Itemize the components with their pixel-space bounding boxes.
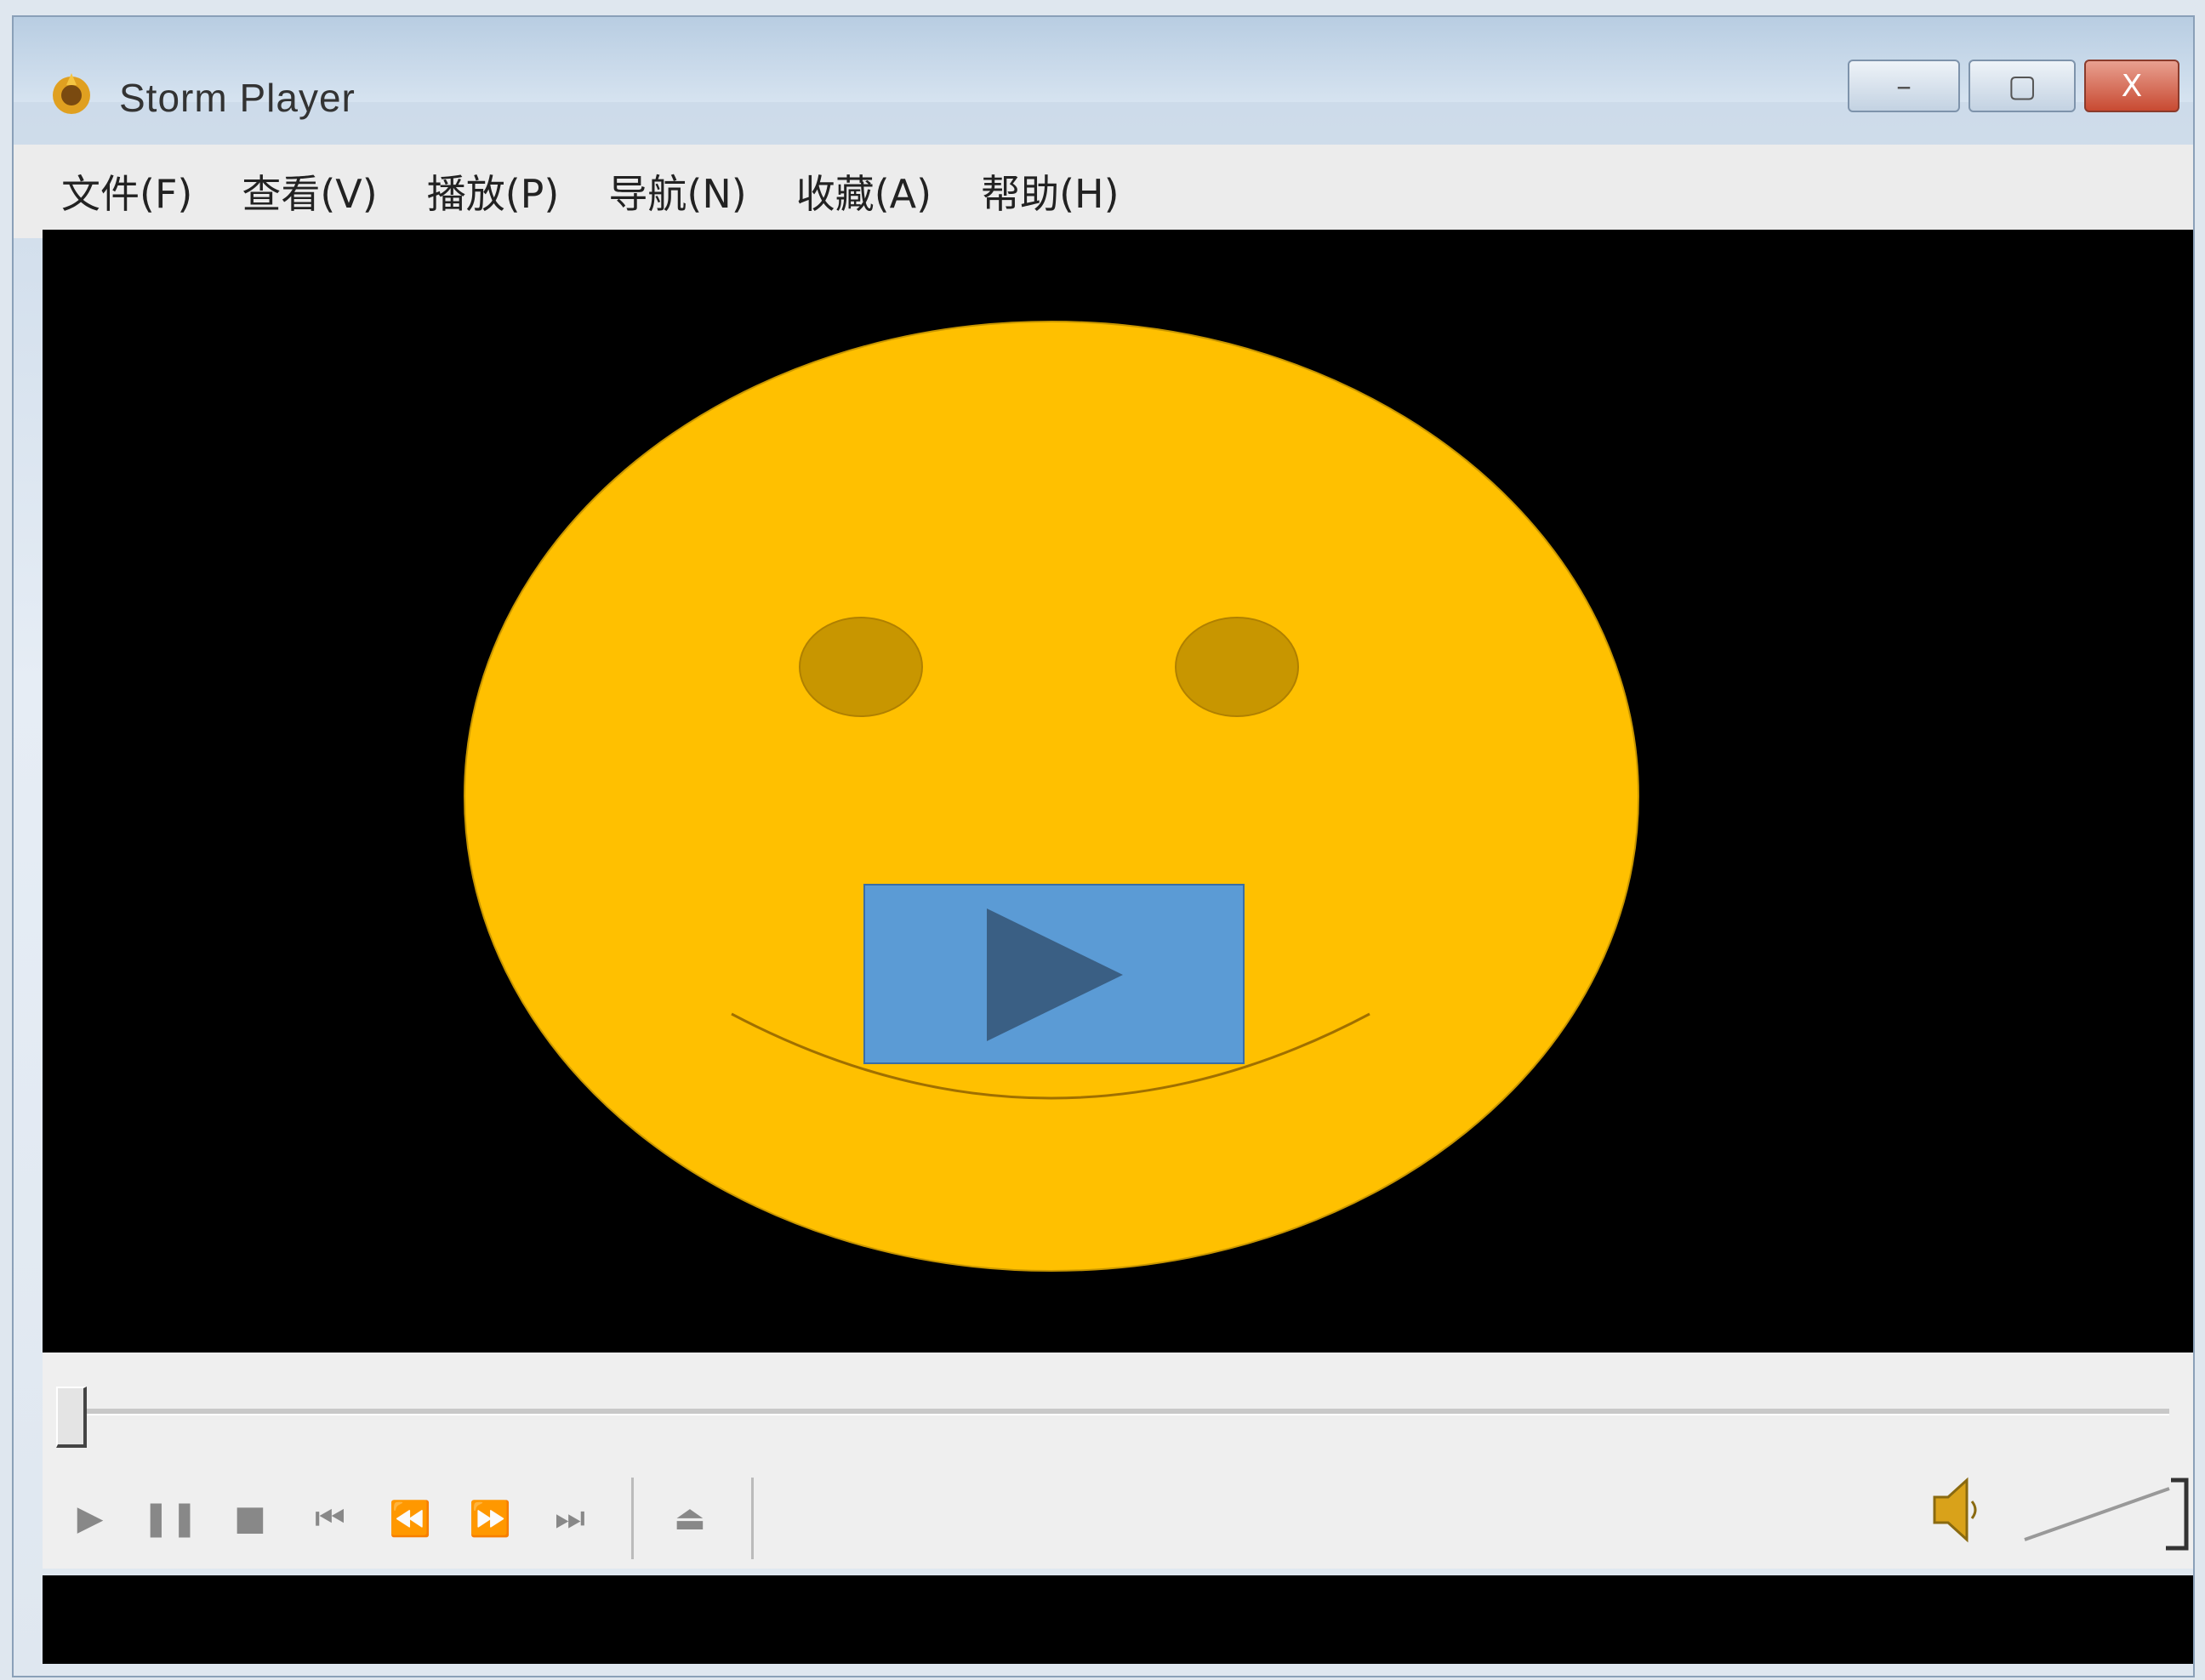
right-eye: [1175, 617, 1299, 717]
play-icon[interactable]: ▶: [63, 1491, 117, 1546]
pause-icon[interactable]: ❚❚: [141, 1491, 198, 1546]
video-area[interactable]: [43, 230, 2193, 1353]
seek-bar[interactable]: [77, 1409, 2169, 1415]
close-button[interactable]: X: [2084, 60, 2179, 112]
maximize-icon: ▢: [2007, 68, 2037, 104]
open-file-icon[interactable]: ⏏: [663, 1491, 717, 1546]
menu-favorites[interactable]: 收藏(A): [796, 163, 932, 219]
smiley-face: [464, 321, 1639, 1272]
minimize-button[interactable]: –: [1848, 60, 1960, 112]
menu-play[interactable]: 播放(P): [427, 163, 560, 219]
left-eye: [799, 617, 923, 717]
divider: [751, 1478, 754, 1559]
player-window: Storm Player – ▢ X 文件(F) 查看(V) 播放(P) 导航(…: [12, 15, 2195, 1677]
window-title: Storm Player: [119, 76, 356, 120]
close-icon: X: [2121, 68, 2143, 104]
menu-view[interactable]: 查看(V): [242, 163, 377, 219]
rewind-icon[interactable]: ⏪: [383, 1491, 437, 1546]
status-bar: [43, 1575, 2193, 1664]
volume-icon[interactable]: [1929, 1472, 1984, 1548]
menu-bar: 文件(F) 查看(V) 播放(P) 导航(N) 收藏(A) 帮助(H): [14, 145, 2193, 238]
menu-navigate[interactable]: 导航(N): [608, 163, 746, 219]
next-icon[interactable]: ⏭: [543, 1491, 597, 1546]
fast-forward-icon[interactable]: ⏩: [463, 1491, 517, 1546]
maximize-button[interactable]: ▢: [1969, 60, 2076, 112]
minimize-icon: –: [1896, 68, 1912, 104]
previous-icon[interactable]: ⏮: [303, 1491, 357, 1546]
playback-controls: ▶ ❚❚ ■ ⏮ ⏪ ⏩ ⏭ ⏏: [63, 1472, 783, 1565]
divider: [631, 1478, 634, 1559]
volume-slider[interactable]: [2016, 1455, 2195, 1557]
menu-file[interactable]: 文件(F): [61, 163, 192, 219]
storm-player-logo-icon: [53, 73, 90, 114]
video-frame: [464, 321, 1639, 1272]
control-panel: ▶ ❚❚ ■ ⏮ ⏪ ⏩ ⏭ ⏏: [43, 1353, 2193, 1569]
menu-help[interactable]: 帮助(H): [981, 163, 1119, 219]
stop-icon[interactable]: ■: [223, 1491, 277, 1546]
seek-thumb[interactable]: [56, 1387, 87, 1448]
